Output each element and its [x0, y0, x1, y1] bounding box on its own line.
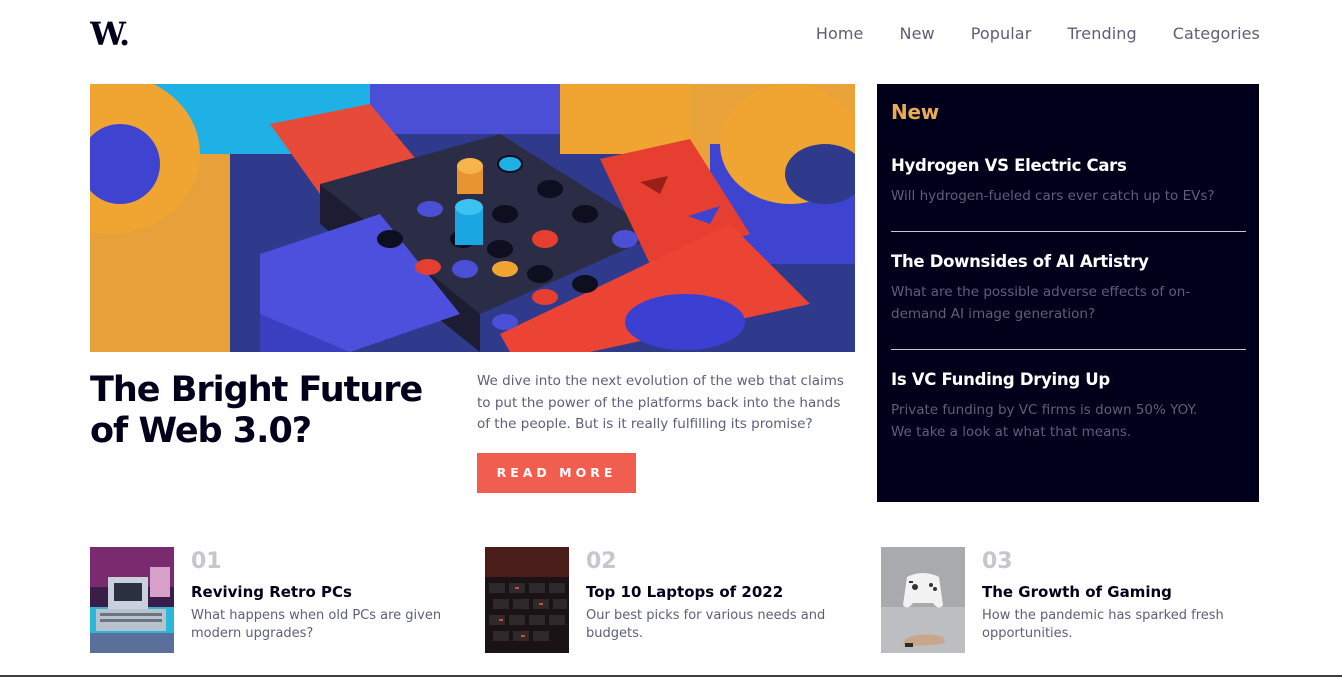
featured-number: 02 [586, 549, 617, 574]
gaming-thumbnail [881, 547, 965, 653]
new-article-title[interactable]: The Downsides of AI Artistry [891, 252, 1246, 271]
featured-description: Our best picks for various needs and bud… [586, 608, 826, 641]
read-more-button[interactable]: READ MORE [477, 453, 636, 493]
featured-item[interactable]: 01 Reviving Retro PCs What happens when … [90, 547, 450, 653]
main-nav: Home New Popular Trending Categories [816, 24, 1260, 43]
featured-title[interactable]: The Growth of Gaming [982, 583, 1172, 601]
featured-item[interactable]: 03 The Growth of Gaming How the pandemic… [881, 547, 1241, 653]
laptops-thumbnail [485, 547, 569, 653]
nav-popular[interactable]: Popular [971, 24, 1032, 43]
nav-categories[interactable]: Categories [1173, 24, 1260, 43]
new-panel-heading: New [891, 100, 939, 124]
site-header: W. Home New Popular Trending Categories [90, 0, 1260, 70]
hero-description: We dive into the next evolution of the w… [477, 373, 844, 432]
featured-description: How the pandemic has sparked fresh oppor… [982, 608, 1224, 641]
featured-number: 01 [191, 549, 222, 574]
new-articles-panel: New Hydrogen VS Electric Cars Will hydro… [877, 84, 1259, 502]
game-controller-image [881, 547, 965, 653]
logo-text: W. [90, 18, 128, 50]
new-article-item[interactable]: Hydrogen VS Electric Cars Will hydrogen-… [891, 156, 1246, 232]
new-article-title[interactable]: Is VC Funding Drying Up [891, 370, 1246, 389]
new-article-description: Private funding by VC firms is down 50% … [891, 402, 1198, 440]
new-article-item[interactable]: Is VC Funding Drying Up Private funding … [891, 370, 1246, 467]
hero-title-line-2: of Web 3.0? [90, 411, 312, 451]
new-article-description: Will hydrogen-fueled cars ever catch up … [891, 188, 1215, 204]
nav-trending[interactable]: Trending [1067, 24, 1136, 43]
hero-title: The Bright Future of Web 3.0? [90, 370, 450, 452]
keyboard-image [485, 547, 569, 653]
featured-list: 01 Reviving Retro PCs What happens when … [90, 547, 1260, 653]
hero-illustration [90, 84, 855, 352]
new-article-title[interactable]: Hydrogen VS Electric Cars [891, 156, 1246, 175]
new-article-item[interactable]: The Downsides of AI Artistry What are th… [891, 252, 1246, 350]
nav-home[interactable]: Home [816, 24, 864, 43]
featured-description: What happens when old PCs are given mode… [191, 608, 442, 641]
hero-image [90, 84, 855, 352]
hero-title-line-1: The Bright Future [90, 370, 423, 410]
retro-pcs-thumbnail [90, 547, 174, 653]
retro-pc-image [90, 547, 174, 653]
featured-number: 03 [982, 549, 1013, 574]
new-article-description: What are the possible adverse effects of… [891, 284, 1191, 322]
featured-title[interactable]: Reviving Retro PCs [191, 583, 352, 601]
site-logo[interactable]: W. [90, 18, 136, 50]
featured-item[interactable]: 02 Top 10 Laptops of 2022 Our best picks… [485, 547, 845, 653]
featured-title[interactable]: Top 10 Laptops of 2022 [586, 583, 783, 601]
nav-new[interactable]: New [900, 24, 935, 43]
